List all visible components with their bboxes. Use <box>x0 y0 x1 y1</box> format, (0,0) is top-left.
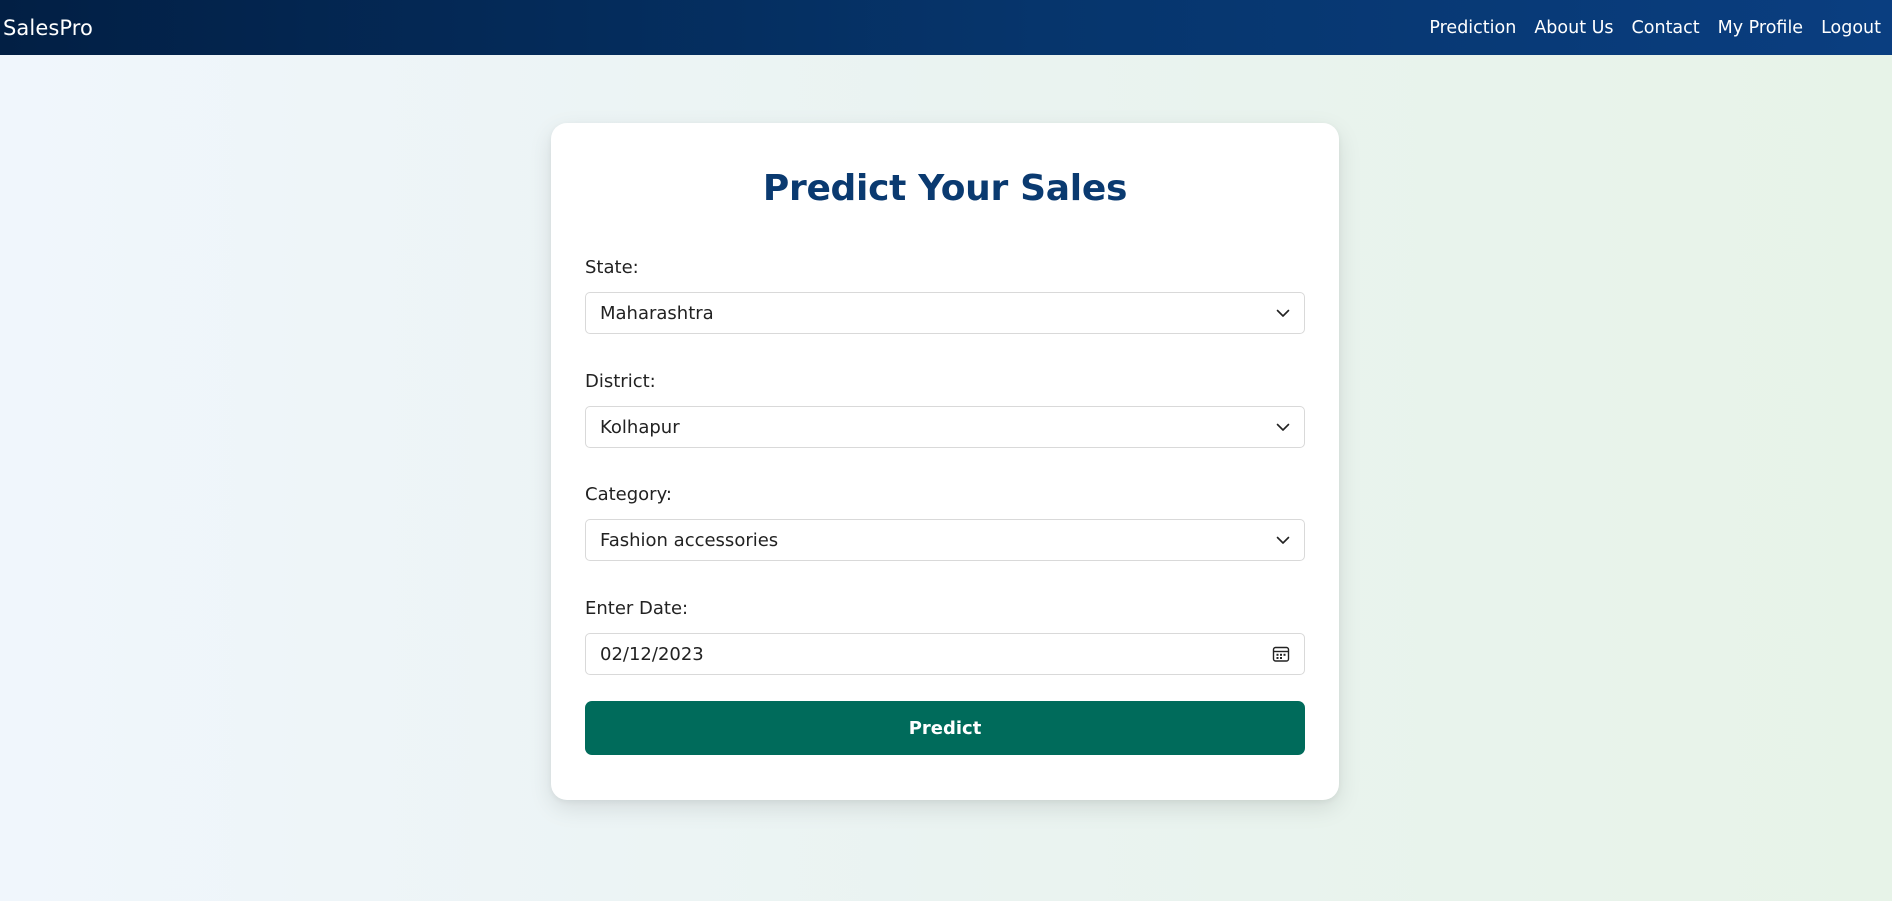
nav-link-contact[interactable]: Contact <box>1632 18 1700 38</box>
brand-logo[interactable]: SalesPro <box>3 16 93 40</box>
chevron-down-icon <box>1276 533 1290 547</box>
state-select[interactable]: Maharashtra <box>585 292 1305 334</box>
nav-link-prediction[interactable]: Prediction <box>1429 18 1516 38</box>
form-title: Predict Your Sales <box>762 168 1128 209</box>
chevron-down-icon <box>1276 420 1290 434</box>
category-select[interactable]: Fashion accessories <box>585 519 1305 561</box>
date-input-value: 02/12/2023 <box>600 643 704 665</box>
district-select-value: Kolhapur <box>600 416 680 438</box>
district-label: District: <box>585 371 656 392</box>
date-input[interactable]: 02/12/2023 <box>585 633 1305 675</box>
prediction-form-card: Predict Your Sales State: Maharashtra Di… <box>551 123 1339 800</box>
nav-link-my-profile[interactable]: My Profile <box>1718 18 1803 38</box>
district-select[interactable]: Kolhapur <box>585 406 1305 448</box>
calendar-icon[interactable] <box>1272 645 1290 663</box>
nav-link-about-us[interactable]: About Us <box>1534 18 1613 38</box>
chevron-down-icon <box>1276 306 1290 320</box>
nav-links: Prediction About Us Contact My Profile L… <box>1411 18 1881 38</box>
top-navbar: SalesPro Prediction About Us Contact My … <box>0 0 1892 55</box>
nav-link-logout[interactable]: Logout <box>1821 18 1881 38</box>
predict-button[interactable]: Predict <box>585 701 1305 755</box>
state-select-value: Maharashtra <box>600 302 714 324</box>
category-label: Category: <box>585 484 672 505</box>
category-select-value: Fashion accessories <box>600 529 779 551</box>
date-label: Enter Date: <box>585 598 689 619</box>
state-label: State: <box>585 257 639 278</box>
